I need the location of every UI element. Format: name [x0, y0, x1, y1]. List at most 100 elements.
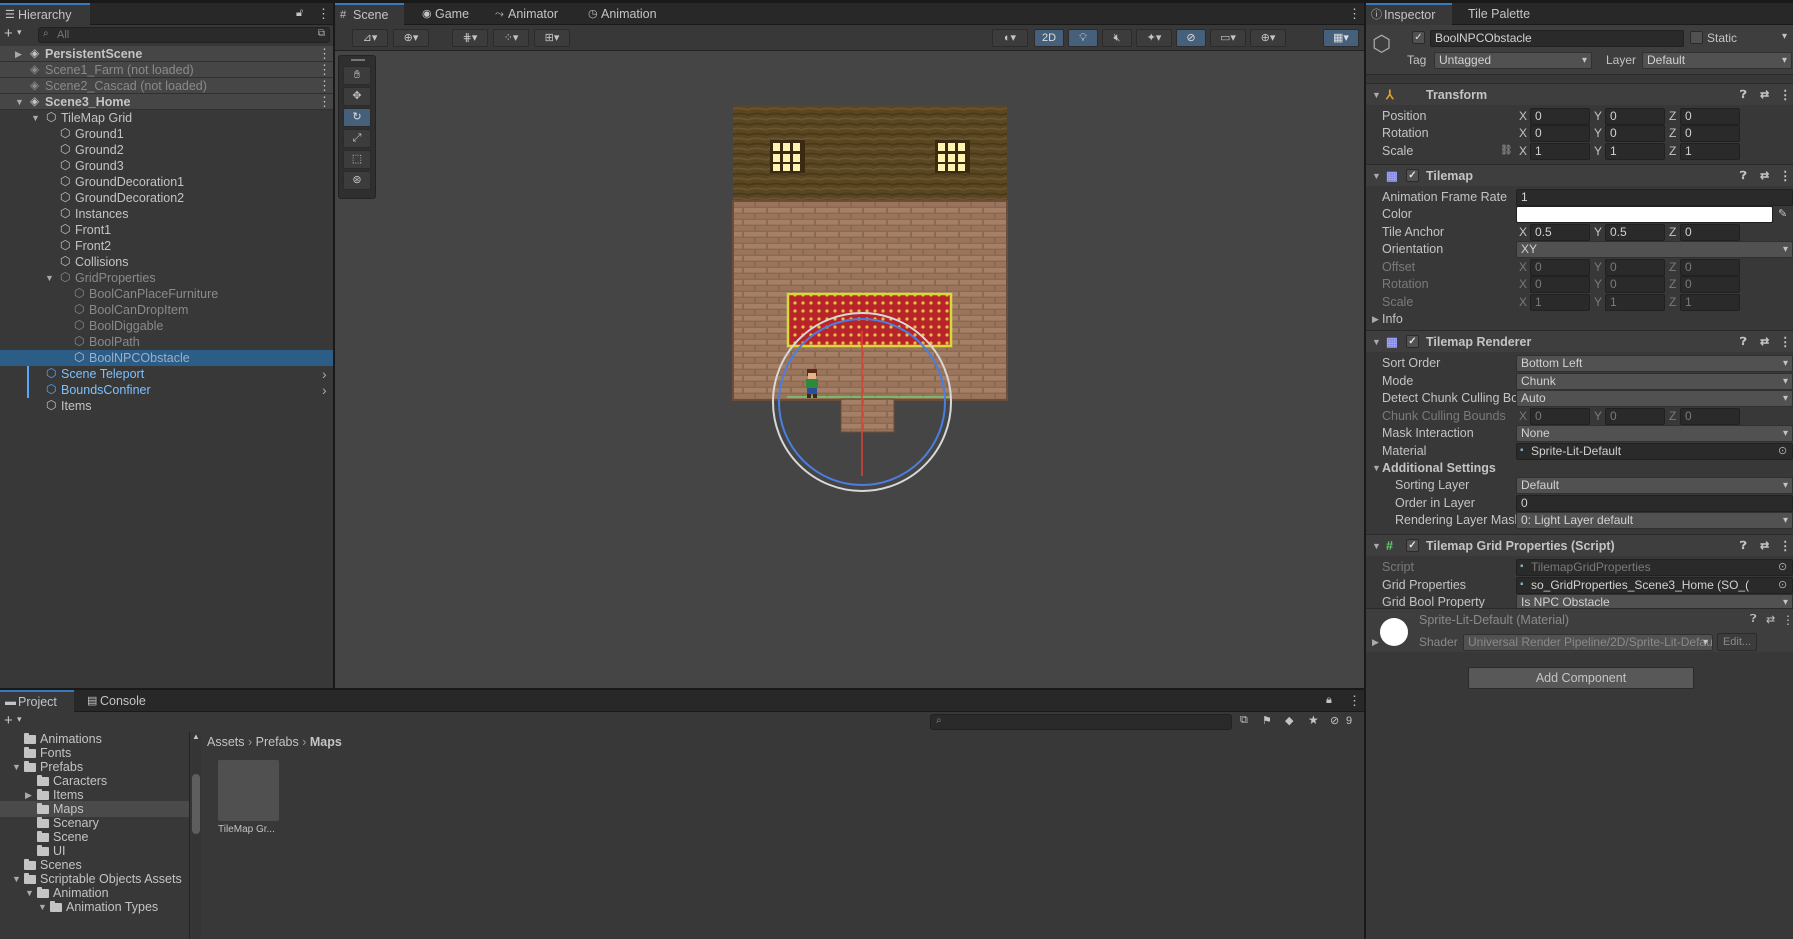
chevron-down-icon[interactable]: ▼ — [45, 270, 54, 286]
scene-menu-icon[interactable]: ⋮ — [318, 94, 331, 110]
property-field[interactable]: Sprite-Lit-Default — [1516, 442, 1793, 460]
search-input[interactable]: ⌕ All ⧉ — [38, 27, 330, 43]
tab-project[interactable]: ▬ Project — [0, 690, 74, 712]
property-field[interactable]: Default — [1516, 477, 1793, 494]
tag-icon[interactable]: ◆ — [1285, 714, 1293, 727]
vector-field-y[interactable]: 0 — [1605, 276, 1665, 293]
vector-field-x[interactable]: 0 — [1530, 407, 1590, 425]
player-sprite[interactable] — [806, 369, 818, 398]
scene-menu-icon[interactable]: ⋮ — [318, 78, 331, 94]
help-icon[interactable]: ❓︎ — [1740, 331, 1747, 353]
tool-handle-dropdown[interactable]: ⊿▾ — [352, 29, 388, 47]
tab-animator[interactable]: ⤳ Animator — [490, 3, 566, 25]
property-field[interactable]: Bottom Left — [1516, 355, 1793, 372]
hierarchy-item[interactable]: ⬡ Ground1 — [0, 126, 333, 142]
tab-scene[interactable]: # Scene — [335, 3, 404, 25]
breadcrumb-maps[interactable]: Maps — [310, 735, 342, 749]
chevron-down-icon[interactable]: ▼ — [31, 110, 40, 126]
chevron-right-icon[interactable]: ▶ — [15, 46, 22, 62]
component-menu-icon[interactable]: ⋮ — [1779, 535, 1792, 557]
presets-icon[interactable]: ⇄ — [1766, 613, 1775, 626]
overlay-dropdown[interactable]: ▦▾ — [1323, 29, 1359, 47]
scene-search-icon[interactable]: ⧉ — [318, 28, 325, 39]
hierarchy-item[interactable]: ⬡ Collisions — [0, 254, 333, 270]
constrain-proportions-icon[interactable]: ⛓ — [1500, 141, 1513, 161]
info-foldout[interactable]: Info ▶ — [1366, 309, 1793, 329]
grid-visibility-dropdown[interactable]: ⊞▾ — [534, 29, 570, 47]
layer-dropdown[interactable]: Default — [1642, 52, 1792, 69]
tilemap-enabled-checkbox[interactable]: ✓ — [1406, 169, 1419, 182]
active-checkbox[interactable]: ✓ — [1412, 31, 1425, 44]
hierarchy-item[interactable]: ⬡ Front2 — [0, 238, 333, 254]
property-field[interactable]: 0: Light Layer default — [1516, 512, 1793, 529]
hierarchy-item[interactable]: ⬡ Ground3 — [0, 158, 333, 174]
vector-field-z[interactable]: 1 — [1680, 143, 1740, 160]
tag-dropdown[interactable]: Untagged — [1434, 52, 1592, 69]
hierarchy-scene-row[interactable]: ▼ ◈ Scene3_Home ⋮ — [0, 94, 333, 110]
hierarchy-item[interactable]: ⬡ BoolCanDropItem — [0, 302, 333, 318]
breadcrumb-prefabs[interactable]: Prefabs — [256, 735, 299, 749]
open-prefab-chevron-icon[interactable]: › — [322, 382, 327, 398]
scene-menu-icon[interactable]: ⋮ — [318, 62, 331, 78]
open-prefab-chevron-icon[interactable]: › — [322, 366, 327, 382]
hierarchy-item[interactable]: ⬡ Items — [0, 398, 333, 414]
static-dropdown-icon[interactable]: ▾ — [1782, 31, 1787, 42]
property-field[interactable] — [1516, 206, 1773, 223]
property-field[interactable]: so_GridProperties_Scene3_Home (SO_( — [1516, 576, 1793, 594]
tab-inspector[interactable]: ⓘ Inspector — [1366, 3, 1452, 25]
add-icon[interactable]: + — [4, 25, 13, 43]
shading-dropdown[interactable]: ◐▾ — [992, 29, 1028, 47]
hierarchy-item[interactable]: ⬡ Ground2 — [0, 142, 333, 158]
kebab-menu-icon[interactable]: ⋮ — [1348, 693, 1361, 709]
property-field[interactable]: Auto — [1516, 390, 1793, 407]
renderer-enabled-checkbox[interactable]: ✓ — [1406, 335, 1419, 348]
property-field[interactable]: TilemapGridProperties — [1516, 559, 1793, 576]
favorite-star-icon[interactable]: ★ — [1308, 713, 1319, 727]
component-menu-icon[interactable]: ⋮ — [1779, 84, 1792, 106]
scene-canvas[interactable] — [335, 51, 1364, 688]
transform-header[interactable]: ▼ ⅄ Transform ❓︎ ⇄ ⋮ — [1366, 83, 1793, 105]
effects-dropdown[interactable]: ✦▾ — [1136, 29, 1172, 47]
chevron-right-icon[interactable]: ▶ — [1372, 309, 1379, 329]
vector-field-z[interactable]: 0 — [1680, 407, 1740, 425]
vector-field-y[interactable]: 1 — [1605, 143, 1665, 160]
project-folder-item[interactable]: ▼ Animation Types — [0, 899, 189, 915]
rotate-gizmo[interactable] — [772, 312, 952, 492]
vector-field-y[interactable]: 0 — [1605, 125, 1665, 142]
kebab-menu-icon[interactable]: ⋮ — [1348, 6, 1361, 22]
help-icon[interactable]: ❓︎ — [1740, 535, 1747, 557]
hidden-packages-icon[interactable]: ⊘ — [1330, 714, 1339, 727]
tab-console[interactable]: ▤ Console — [82, 690, 154, 712]
hierarchy-item[interactable]: ⬡ BoolPath — [0, 334, 333, 350]
shader-dropdown[interactable]: Universal Render Pipeline/2D/Sprite-Lit-… — [1463, 634, 1713, 651]
property-field[interactable]: 0 — [1516, 494, 1793, 512]
component-menu-icon[interactable]: ⋮ — [1782, 613, 1793, 627]
add-component-button[interactable]: Add Component — [1468, 667, 1694, 689]
asset-tilemap-grid[interactable]: TileMap Gr... — [218, 760, 282, 836]
edit-shader-button[interactable]: Edit... — [1717, 633, 1757, 651]
hierarchy-item[interactable]: ▼ ⬡ TileMap Grid — [0, 110, 333, 126]
grid-properties-header[interactable]: ▼ # ✓ Tilemap Grid Properties (Script) ❓… — [1366, 534, 1793, 556]
property-field[interactable]: XY — [1516, 241, 1793, 258]
help-icon[interactable]: ❓︎ — [1750, 613, 1757, 626]
hierarchy-item[interactable]: ⬡ BoolNPCObstacle — [0, 350, 333, 366]
hierarchy-item[interactable]: ⬡ Front1 — [0, 222, 333, 238]
vector-field-x[interactable]: 0 — [1530, 276, 1590, 293]
vector-field-y[interactable]: 0 — [1605, 407, 1665, 425]
hierarchy-scene-row[interactable]: ◈ Scene1_Farm (not loaded) ⋮ — [0, 62, 333, 78]
hierarchy-item[interactable]: ⬡ BoolDiggable — [0, 318, 333, 334]
hierarchy-item[interactable]: ▼ ⬡ GridProperties — [0, 270, 333, 286]
eyedropper-icon[interactable]: ✎ — [1778, 204, 1787, 224]
hierarchy-scene-row[interactable]: ◈ Scene2_Cascad (not loaded) ⋮ — [0, 78, 333, 94]
global-dropdown[interactable]: ⊕▾ — [393, 29, 429, 47]
property-field[interactable]: Chunk — [1516, 372, 1793, 390]
static-checkbox[interactable] — [1690, 31, 1703, 44]
hierarchy-item[interactable]: ⬡ BoolCanPlaceFurniture — [0, 286, 333, 302]
help-icon[interactable]: ❓︎ — [1740, 84, 1747, 106]
presets-icon[interactable]: ⇄ — [1760, 84, 1769, 106]
object-name-input[interactable]: BoolNPCObstacle — [1430, 30, 1684, 47]
chevron-down-icon[interactable]: ▼ — [38, 899, 47, 915]
component-menu-icon[interactable]: ⋮ — [1779, 165, 1792, 187]
hierarchy-item[interactable]: ⬡ GroundDecoration1 — [0, 174, 333, 190]
scene-menu-icon[interactable]: ⋮ — [318, 46, 331, 62]
